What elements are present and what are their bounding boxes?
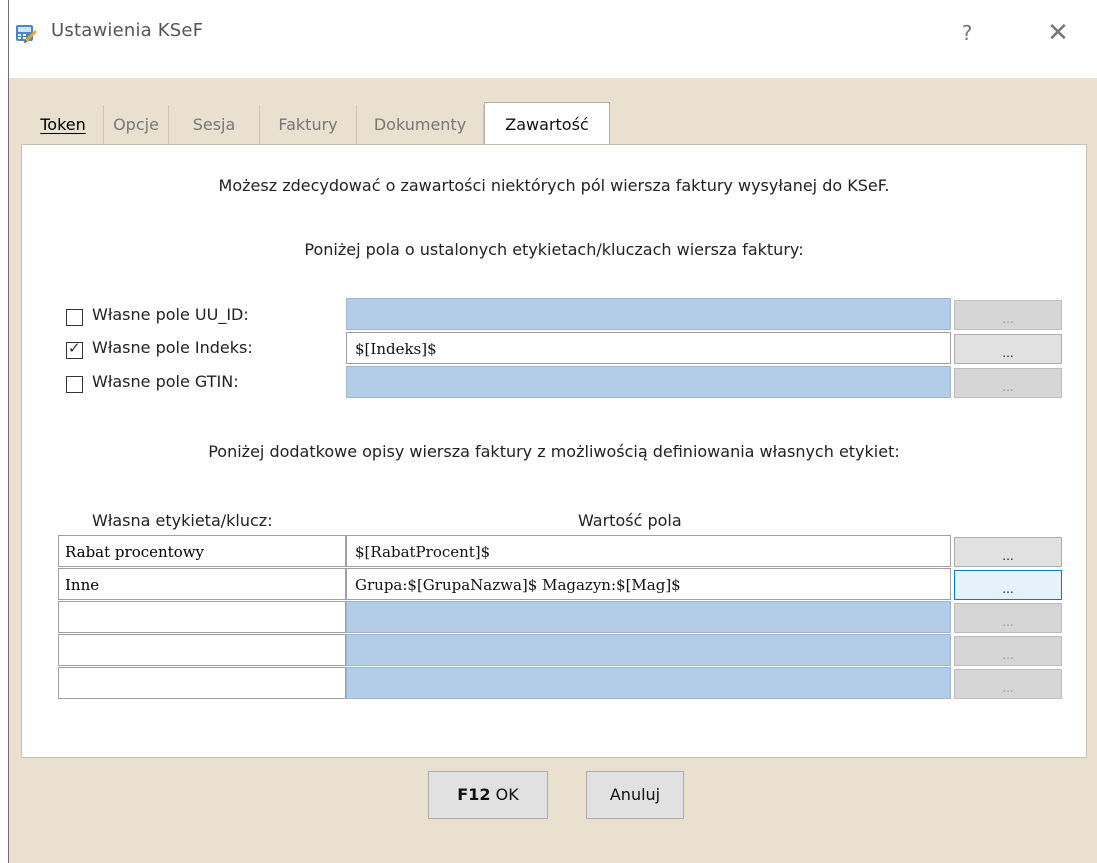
intro-text: Możesz zdecydować o zawartości niektóryc… [218,176,890,195]
settings-dialog: Ustawienia KSeF ? ✕ Token Opcje Sesja Fa… [8,0,1097,863]
cancel-button[interactable]: Anuluj [586,771,684,819]
uuid-browse-button[interactable]: ... [954,300,1062,330]
fixed-fields-heading: Poniżej pola o ustalonych etykietach/klu… [304,240,804,259]
gtin-label: Własne pole GTIN: [92,372,239,391]
checkmark-icon: ✓ [68,339,81,357]
help-button[interactable]: ? [947,18,987,48]
indeks-field[interactable]: $[Indeks]$ [346,332,951,364]
ok-label: OK [495,785,519,804]
row-key[interactable]: Rabat procentowy [58,535,346,567]
extra-heading: Poniżej dodatkowe opisy wiersza faktury … [208,442,900,461]
row-value[interactable]: $[RabatProcent]$ [346,535,951,567]
row-browse-button[interactable]: ... [954,570,1062,600]
row-key[interactable]: Inne [58,568,346,600]
row-value[interactable] [346,634,951,666]
indeks-checkbox[interactable]: ✓ [66,339,83,359]
close-button[interactable]: ✕ [1034,16,1082,50]
indeks-label: Własne pole Indeks: [92,338,253,357]
app-icon [16,25,37,43]
tab-dokumenty[interactable]: Dokumenty [357,105,484,145]
tab-sesja[interactable]: Sesja [169,105,260,145]
row-key[interactable] [58,634,346,666]
gtin-browse-button[interactable]: ... [954,368,1062,398]
ok-button[interactable]: F12 OK [428,771,548,819]
row-value[interactable] [346,601,951,633]
uuid-label: Własne pole UU_ID: [92,305,249,324]
window-title: Ustawienia KSeF [51,20,204,41]
row-value[interactable]: Grupa:$[GrupaNazwa]$ Magazyn:$[Mag]$ [346,568,951,600]
uuid-field[interactable] [346,298,951,330]
row-browse-button[interactable]: ... [954,636,1062,666]
gtin-checkbox[interactable] [66,376,83,393]
row-browse-button[interactable]: ... [954,537,1062,567]
column-header-value: Wartość pola [578,511,682,530]
ok-shortcut: F12 [457,785,491,804]
gtin-field[interactable] [346,366,951,398]
row-browse-button[interactable]: ... [954,603,1062,633]
column-header-key: Własna etykieta/klucz: [92,511,273,530]
row-browse-button[interactable]: ... [954,669,1062,699]
row-key[interactable] [58,601,346,633]
tab-zawartosc[interactable]: Zawartość [484,102,610,145]
tab-opcje[interactable]: Opcje [104,105,169,145]
uuid-checkbox[interactable] [66,309,83,326]
title-bar: Ustawienia KSeF ? ✕ [9,0,1097,78]
tab-panel: Możesz zdecydować o zawartości niektóryc… [21,144,1087,758]
indeks-browse-button[interactable]: ... [954,334,1062,364]
row-key[interactable] [58,667,346,699]
tab-faktury[interactable]: Faktury [260,105,357,145]
row-value[interactable] [346,667,951,699]
tab-token[interactable]: Token [23,105,104,145]
